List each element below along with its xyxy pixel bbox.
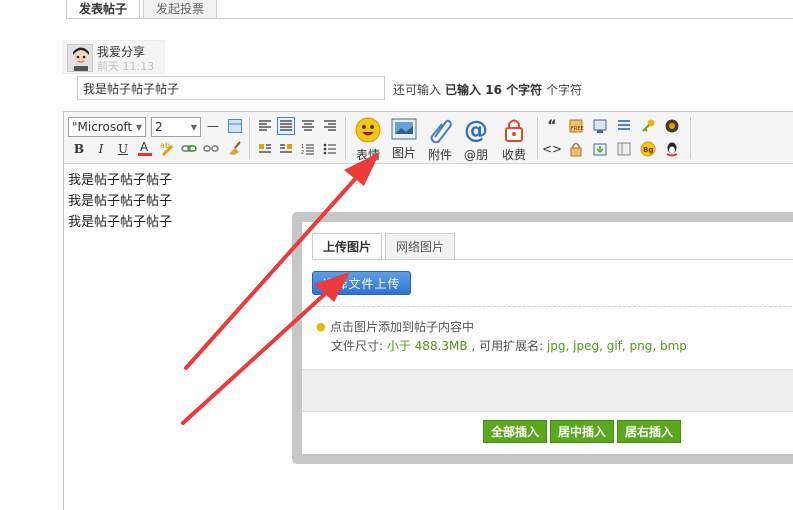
bg-color-icon[interactable]: ab (158, 139, 176, 157)
emoji-button[interactable]: 表情 (351, 117, 385, 162)
char-counter-prefix: 还可输入 (393, 83, 442, 97)
upload-hint: ● 点击图片添加到帖子内容中 (316, 319, 475, 334)
code-icon[interactable]: <> (542, 141, 562, 157)
dashed-divider (312, 306, 793, 307)
hide-icon[interactable] (592, 118, 608, 134)
toolbar-separator (345, 117, 346, 159)
ordered-list-icon[interactable]: 12 (299, 140, 317, 158)
toolbar-separator (537, 117, 538, 159)
pay-button[interactable]: 收费 (497, 117, 531, 162)
tabs-divider (66, 18, 793, 19)
tab-web-image[interactable]: 网络图片 (385, 233, 456, 260)
content-line: 我是帖子帖子帖子 (68, 215, 173, 230)
content-line: 我是帖子帖子帖子 (68, 194, 173, 209)
free-icon[interactable]: FREE (568, 118, 584, 134)
toolbar-separator (690, 117, 691, 159)
insert-center-button[interactable]: 居中插入 (550, 420, 615, 443)
password-icon[interactable] (568, 141, 584, 157)
mention-button[interactable]: @ @朋 (459, 116, 493, 162)
unlink-icon[interactable] (202, 140, 220, 158)
insert-buttons: 全部插入 居中插入 居右插入 (483, 420, 682, 443)
user-card: 我爱分享 前天 11:13 (62, 40, 165, 74)
chevron-down-icon: ▼ (135, 122, 142, 132)
horizontal-rule-icon[interactable]: — (204, 117, 222, 135)
bg-icon[interactable]: Bg (640, 141, 656, 157)
underline-icon[interactable]: U (114, 140, 132, 158)
dialog-tab-divider (312, 259, 793, 260)
flash-icon[interactable] (664, 118, 680, 134)
content-line: 我是帖子帖子帖子 (68, 173, 173, 188)
float-right-icon[interactable] (277, 140, 295, 158)
insert-right-button[interactable]: 居右插入 (617, 420, 682, 443)
avatar[interactable] (67, 44, 93, 72)
at-icon: @ (464, 116, 488, 144)
list-icon[interactable] (616, 118, 632, 134)
unordered-list-icon[interactable] (321, 140, 339, 158)
font-color-icon[interactable]: A (136, 139, 154, 157)
file-limits: 文件尺寸: 小于 488.3MB , 可用扩展名: jpg, jpeg, gif… (331, 339, 687, 353)
float-left-icon[interactable] (256, 140, 274, 158)
key-icon[interactable] (640, 118, 656, 134)
svg-text:A: A (140, 140, 149, 154)
image-icon (391, 117, 417, 141)
image-button[interactable]: 图片 (387, 117, 421, 161)
download-icon[interactable] (592, 141, 608, 157)
dialog-tabs: 上传图片 网络图片 (312, 233, 458, 260)
post-time: 前天 11:13 (97, 60, 155, 73)
editor-content[interactable]: 我是帖子帖子帖子 我是帖子帖子帖子 我是帖子帖子帖子 (68, 170, 172, 233)
table-icon[interactable] (226, 117, 244, 135)
lightbulb-icon: ● (316, 319, 326, 333)
clear-format-icon[interactable] (226, 139, 244, 157)
image-preview-area (302, 369, 793, 412)
align-center-icon[interactable] (299, 117, 317, 135)
char-counter-suffix: 个字符 (546, 83, 583, 97)
char-counter: 还可输入 已输入 16 个字符 个字符 (393, 81, 582, 98)
layout-icon[interactable] (616, 141, 632, 157)
font-size-select[interactable]: 2 ▼ (151, 117, 201, 137)
lock-icon (501, 117, 527, 143)
align-right-icon[interactable] (321, 117, 339, 135)
image-upload-dialog: 上传图片 网络图片 选择文件上传 ● 点击图片添加到帖子内容中 文件尺寸: 小于… (292, 212, 793, 464)
tab-upload-image[interactable]: 上传图片 (312, 233, 383, 260)
toolbar-separator (249, 117, 250, 159)
editor-toolbar: "Microsoft ▼ 2 ▼ — B I U A ab 1 2 表情 图片 … (64, 112, 793, 164)
char-counter-entered: 已输入 16 个字符 (445, 83, 543, 97)
svg-text:Bg: Bg (643, 146, 653, 154)
paperclip-icon (427, 117, 453, 143)
svg-text:FREE: FREE (571, 126, 584, 132)
attachment-button[interactable]: 附件 (423, 117, 457, 162)
tab-new-post[interactable]: 发表帖子 (66, 0, 141, 19)
title-input[interactable] (77, 76, 385, 100)
link-icon[interactable] (180, 140, 198, 158)
select-file-upload-button[interactable]: 选择文件上传 (312, 271, 411, 295)
italic-icon[interactable]: I (92, 140, 110, 158)
qq-icon[interactable] (664, 141, 680, 157)
chevron-down-icon: ▼ (190, 122, 197, 132)
align-left-icon[interactable] (256, 117, 274, 135)
tab-new-poll[interactable]: 发起投票 (143, 0, 218, 19)
align-justify-icon[interactable] (277, 117, 295, 135)
font-family-select[interactable]: "Microsoft ▼ (68, 117, 146, 137)
smiley-icon (355, 117, 381, 143)
bold-icon[interactable]: B (70, 140, 88, 158)
insert-all-button[interactable]: 全部插入 (483, 420, 548, 443)
svg-text:2: 2 (301, 150, 304, 155)
dialog-body: 上传图片 网络图片 选择文件上传 ● 点击图片添加到帖子内容中 文件尺寸: 小于… (302, 222, 793, 454)
post-tabs: 发表帖子 发起投票 (66, 0, 220, 19)
quote-icon[interactable]: “ (544, 118, 560, 134)
